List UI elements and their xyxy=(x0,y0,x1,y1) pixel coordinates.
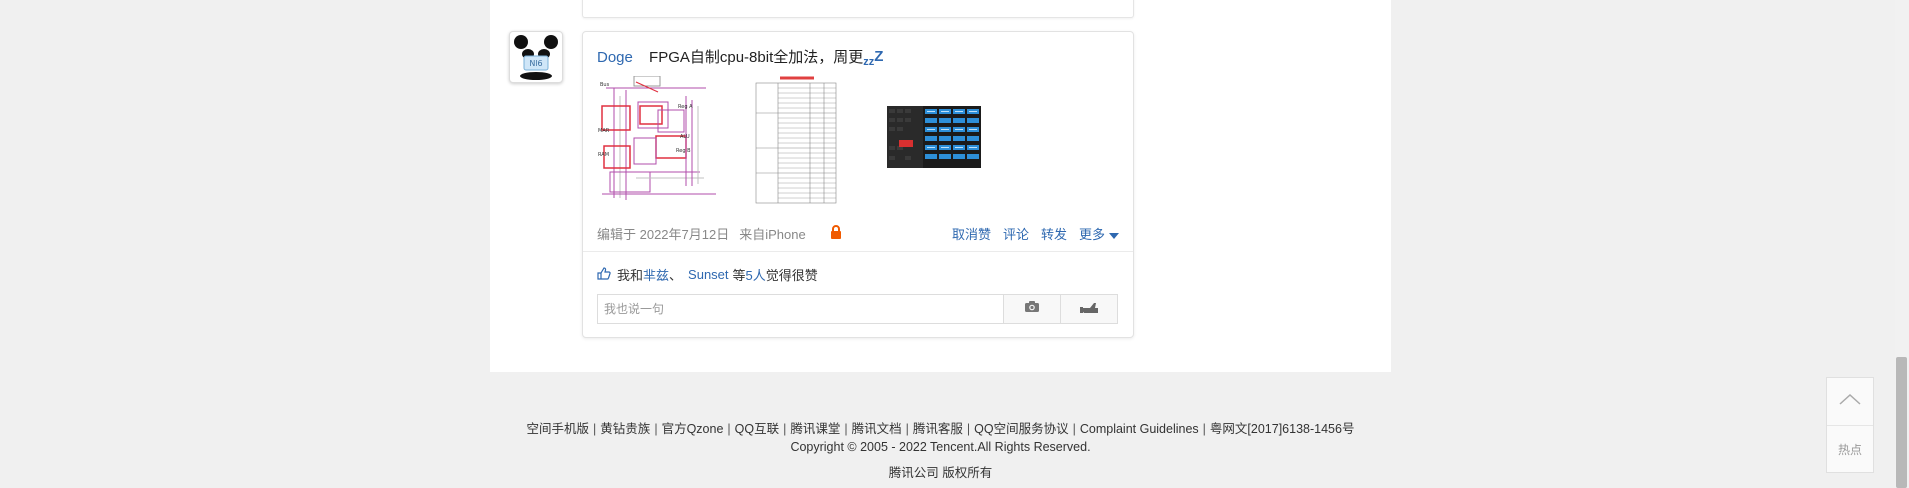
footer-link-classroom[interactable]: 腾讯课堂 xyxy=(790,422,840,436)
back-to-top-button[interactable] xyxy=(1827,378,1873,426)
footer-sep: | xyxy=(905,422,909,436)
liker-name-2[interactable]: Sunset xyxy=(688,267,728,282)
post-source: 来自iPhone xyxy=(739,227,806,242)
svg-text:Reg A: Reg A xyxy=(678,104,693,110)
caret-down-icon xyxy=(1109,232,1119,239)
photo-upload-button[interactable] xyxy=(1003,295,1060,323)
liker-name-1[interactable]: 芈兹 xyxy=(643,265,669,284)
side-toolbar: 热点 xyxy=(1826,377,1874,473)
hot-button[interactable]: 热点 xyxy=(1827,426,1873,472)
avatar-badge: Nl6 xyxy=(529,59,542,68)
footer-link-support[interactable]: 腾讯客服 xyxy=(913,422,963,436)
likes-summary: 我和 芈兹 、 Sunset 等 5人 觉得很赞 xyxy=(597,265,818,284)
forward-button[interactable]: 转发 xyxy=(1041,224,1067,243)
lock-icon xyxy=(830,225,842,242)
scrollbar-thumb[interactable] xyxy=(1896,357,1907,488)
post-meta: 编辑于 2022年7月12日 来自iPhone xyxy=(597,224,842,243)
sleep-emoji-small: zz xyxy=(863,56,875,68)
avatar[interactable]: Nl6 xyxy=(509,31,563,83)
comment-button[interactable]: 评论 xyxy=(1003,224,1029,243)
gesture-button[interactable] xyxy=(1060,295,1117,323)
sleep-emoji-big: Z xyxy=(874,48,884,65)
likes-prefix: 我和 xyxy=(617,268,644,283)
divider xyxy=(583,251,1133,252)
likes-separator: 、 xyxy=(669,268,683,283)
footer-link-license[interactable]: 粤网文[2017]6138-1456号 xyxy=(1210,422,1355,436)
likes-suffix: 觉得很赞 xyxy=(765,268,818,283)
footer-sep: | xyxy=(966,422,971,436)
chevron-up-icon xyxy=(1838,392,1862,411)
comment-input[interactable] xyxy=(598,295,1003,323)
footer-sep: | xyxy=(1202,422,1206,436)
edit-time: 编辑于 2022年7月12日 xyxy=(597,227,730,242)
post-text: FPGA自制cpu-8bit全加法，周更 xyxy=(649,49,864,66)
footer-link-mobile[interactable]: 空间手机版 xyxy=(527,422,590,436)
footer-link-agreement[interactable]: QQ空间服务协议 xyxy=(974,422,1068,436)
footer-sep: | xyxy=(844,422,848,436)
post-image-instruction-table[interactable] xyxy=(752,76,840,204)
pointing-hand-icon xyxy=(1078,300,1100,319)
footer-sep: | xyxy=(727,422,731,436)
footer-link-complaint[interactable]: Complaint Guidelines xyxy=(1080,422,1199,436)
footer-link-qzone[interactable]: 官方Qzone xyxy=(662,422,724,436)
footer-links: 空间手机版 | 黄钻贵族 | 官方Qzone | QQ互联 | 腾讯课堂 | 腾讯文档 | 腾讯客服 | Q… xyxy=(490,418,1391,437)
footer-sep: | xyxy=(593,422,597,436)
more-button[interactable]: 更多 xyxy=(1079,224,1119,243)
footer-link-vip[interactable]: 黄钻贵族 xyxy=(600,422,650,436)
sleep-emoji: zzZ xyxy=(863,48,883,68)
svg-text:ALU: ALU xyxy=(680,134,690,140)
post-actions: 取消赞 评论 转发 更多 xyxy=(952,224,1119,243)
footer-sep: | xyxy=(654,422,658,436)
unlike-button[interactable]: 取消赞 xyxy=(952,224,991,243)
svg-text:Reg B: Reg B xyxy=(676,148,691,154)
post-image-waveform-grid[interactable] xyxy=(887,106,981,168)
likes-count[interactable]: 5人 xyxy=(746,265,766,284)
previous-post-card xyxy=(582,0,1134,18)
footer-copyright: Copyright © 2005 - 2022 Tencent.All Righ… xyxy=(790,440,1091,454)
footer-link-qq-connect[interactable]: QQ互联 xyxy=(735,422,779,436)
post-image-circuit-diagram[interactable]: Bus Reg A ALU Reg B MAR RAM xyxy=(596,75,726,204)
post-card: Doge FPGA自制cpu-8bit全加法，周更zzZ Bus Reg A A… xyxy=(582,31,1134,338)
author-name[interactable]: Doge xyxy=(597,49,633,66)
footer-link-docs[interactable]: 腾讯文档 xyxy=(852,422,902,436)
likes-mid: 等 xyxy=(732,268,746,283)
svg-text:Bus: Bus xyxy=(600,82,610,88)
footer-sep: | xyxy=(783,422,787,436)
footer-company: 腾讯公司 版权所有 xyxy=(888,466,993,480)
footer-sep: | xyxy=(1072,422,1076,436)
thumbs-up-icon xyxy=(597,266,611,283)
more-label: 更多 xyxy=(1078,227,1105,242)
svg-text:RAM: RAM xyxy=(598,152,609,158)
post-header: Doge FPGA自制cpu-8bit全加法，周更zzZ xyxy=(597,46,883,68)
comment-box xyxy=(597,294,1118,324)
svg-text:MAR: MAR xyxy=(598,128,610,134)
page-scrollbar[interactable] xyxy=(1895,0,1909,488)
camera-icon xyxy=(1024,300,1040,318)
